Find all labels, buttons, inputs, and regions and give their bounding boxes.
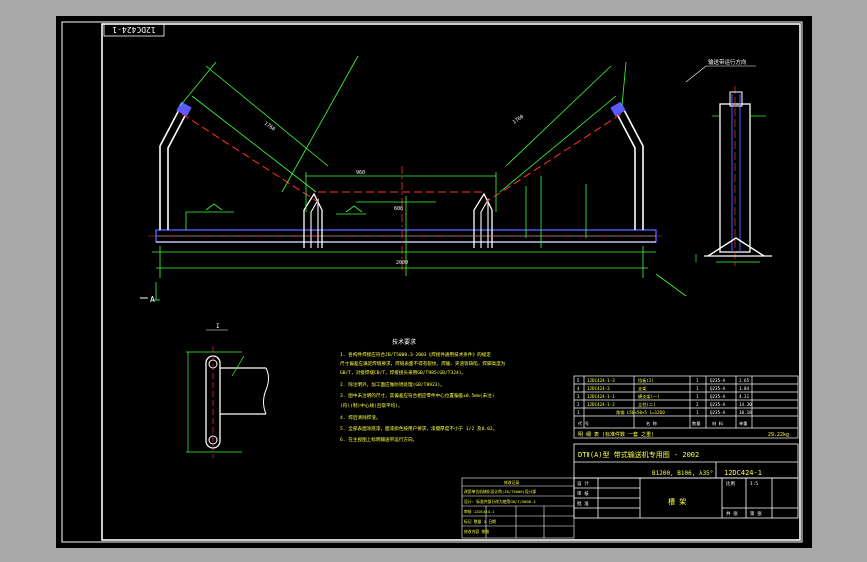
center-bracket-left [303,192,323,248]
part-qty: 2 [696,402,699,407]
svg-text:1760: 1760 [512,114,525,126]
title-line: DTⅡ(A)型 带式输送机专用图 - 2002 [578,450,699,459]
roller-axis-right [485,113,622,203]
sheet-of: 第 张 [750,510,762,517]
direction-note: 输送带运行方向 [708,58,747,66]
part-code: 12DC424-1-3 [587,378,615,383]
dimension-overall: 2000 [396,260,408,266]
table-header: 材 料 [712,420,724,427]
right-post [622,107,644,230]
part-no: 5 [577,378,580,383]
tech-title: 技术要求 [392,338,416,346]
revision-title: 修改记录 [504,480,519,485]
revision-row: 修改内容 按图 [464,529,489,534]
part-qty: 1 [696,386,699,391]
tech-item: 1. 各构件焊接应符合JB/T5000.3-2003《焊接件通用技术条件》的规定 [340,351,491,358]
part-name: 挡板(2) [638,377,654,384]
tech-item: 5. 全部表面涂底漆，面漆颜色按用户要求，漆膜厚度不小于 1/2 及0.02。 [340,425,497,432]
revision-row: 标记 数量 2 日期 [464,519,496,524]
svg-text:600: 600 [394,206,403,212]
revision-row: 设计: 标准件部分改为使用GB/T/5000.3 [464,499,535,504]
part-code: 12DC424-1-1 [587,394,615,399]
part-name: 角钢 L50×50×5 L=1260 [616,409,665,416]
part-qty: 1 [696,394,699,399]
part-material: Q235-A [710,402,726,407]
weight-text: 29.22kg [768,432,789,438]
part-name: 支架 [638,385,646,392]
tech-item: (符)(制)中心线(且取平均)。 [340,402,403,409]
part-code: 12DC424-1-2 [587,402,615,407]
svg-text:960: 960 [356,170,365,176]
part-qty: 1 [696,410,699,415]
tech-item: 2. 除注明外，加工面应做防锈处理(GB/T8923)。 [340,381,445,388]
part-qty: 1 [696,378,699,383]
tech-item: 6. 在主视图上标明输送带运行方向。 [340,436,417,443]
side-view [695,86,772,266]
code-title-block: 12DC424-1 [724,469,762,477]
part-code: 12DC424-3 [587,386,610,391]
design-label: 设 计 [577,480,589,487]
part-weight: 2.65 [739,378,750,383]
tech-requirements: 1. 各构件焊接应符合JB/T5000.3-2003《焊接件通用技术条件》的规定… [340,351,506,443]
svg-text:1760: 1760 [263,121,276,133]
tech-item: GB/T，对接焊缝CB/T，焊接接头采用GB/T985(GB/T324)。 [340,369,466,376]
part-no: 3 [577,394,580,399]
table-header: 代 号 [578,420,589,427]
detail-view [186,346,269,458]
tech-item: 尺寸偏差应满足焊缝要求，焊缝表面不得有裂纹、焊瘤、夹渣等缺陷，焊脚高度为 [340,360,506,367]
tech-item: 3. 图中未注明的尺寸，其偏差应符合相应零件中心位置偏差±0.5mm(未注) [340,392,494,399]
table-header: 数量 [692,420,700,427]
part-weight: 10.18 [739,410,752,415]
part-no: 2 [577,402,580,407]
part-name: 立柱(二) [638,401,656,408]
left-post [159,107,181,230]
part-material: Q235-A [710,386,726,391]
part-no: 4 [577,386,580,391]
sheet-label: 共 张 [726,510,738,517]
part-no: 1 [577,410,580,415]
table-header: 单重 [739,420,747,427]
outer-frame [61,21,803,543]
roller-axis-left [181,113,319,203]
center-bracket-right [473,192,493,248]
tech-item: 4. 焊后清除焊渣。 [340,414,380,421]
code-top: 12DC424-1 [112,25,156,34]
part-name-title: 槽 架 [668,497,686,506]
part-weight: 1.84 [739,386,750,391]
view-marker: A [150,295,155,304]
spec-line: B1200, B106, λ35° [652,470,713,477]
part-material: Q235-A [710,378,726,383]
scale-label: 比例 [726,480,735,487]
part-name: 横支架(一) [638,393,660,400]
table-header: 名 称 [646,420,657,427]
part-material: Q235-A [710,410,726,415]
inner-frame [101,23,801,541]
mass-label: 明 细 表 (标准件数 一套 之重) [578,431,654,438]
revision-row: 改用单位机械化设计院(JB/T5000)设计部 [464,489,536,494]
approve-label: 批 准 [577,500,589,507]
drawing-sheet: 12DC424-1 1760 1760 2000 960 600 A 输送带运行… [56,16,812,548]
detail-label: I [216,323,220,330]
part-weight: 4.31 [739,394,750,399]
part-weight: 14.30 [739,402,752,407]
dimension-lines [152,55,687,301]
cad-drawing: 12DC424-1 1760 1760 2000 960 600 A 输送带运行… [61,21,803,543]
check-label: 审 核 [577,490,589,497]
revision-row: 审核 12DC424-1 [464,509,495,514]
scale-value: 1:5 [750,481,758,487]
part-material: Q235-A [710,394,726,399]
